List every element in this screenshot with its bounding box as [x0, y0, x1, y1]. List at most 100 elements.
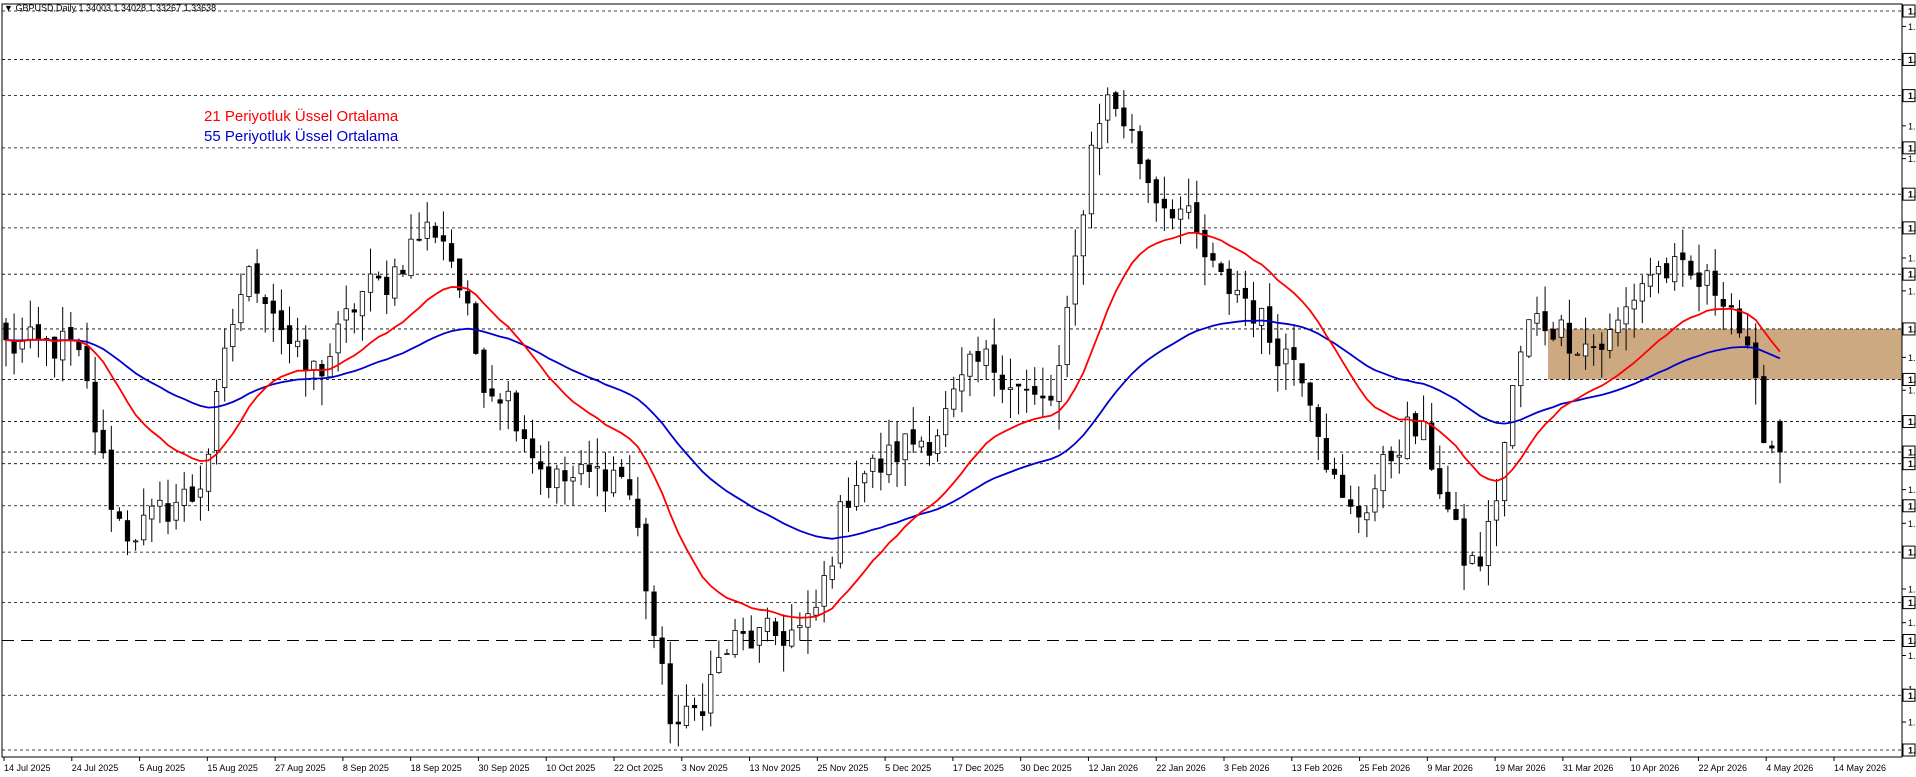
- candle-body: [1137, 131, 1143, 165]
- candle-body: [853, 485, 860, 507]
- candle-body: [967, 353, 973, 377]
- candle-body: [1080, 214, 1086, 257]
- candle-body: [76, 341, 82, 351]
- candle-body: [740, 631, 746, 634]
- candle-body: [416, 238, 422, 241]
- time-tick-label: 13 Nov 2025: [750, 763, 801, 773]
- candle-body: [303, 339, 309, 371]
- candle-body: [619, 466, 625, 477]
- candle-body: [578, 463, 584, 475]
- price-tick-label: 1.31612: [1908, 618, 1916, 628]
- candle-body: [1169, 209, 1176, 219]
- time-tick-label: 22 Jan 2026: [1156, 763, 1206, 773]
- candle-body: [805, 613, 811, 628]
- candle-body: [197, 488, 204, 498]
- candle-body: [1574, 353, 1581, 356]
- candle-body: [821, 575, 827, 607]
- candle-body: [116, 511, 123, 519]
- price-level-label: 1.31400: [1908, 636, 1916, 646]
- candle-body: [1056, 365, 1062, 402]
- candle-body: [68, 327, 74, 340]
- candle-body: [1623, 306, 1629, 325]
- candle-body: [1655, 266, 1662, 275]
- candle-body: [675, 721, 681, 725]
- candle-body: [1096, 123, 1103, 149]
- candle-body: [254, 263, 260, 294]
- price-level-label: 1.33500: [1908, 459, 1916, 469]
- time-tick-label: 8 Sep 2025: [343, 763, 389, 773]
- candle-body: [1356, 505, 1362, 518]
- price-tick-label: 1.34372: [1908, 386, 1916, 396]
- candle-body: [1461, 518, 1467, 566]
- candle-body: [1518, 351, 1524, 387]
- candle-body: [375, 275, 382, 279]
- candle-body: [286, 325, 293, 344]
- candle-body: [1113, 92, 1119, 110]
- candle-body: [1412, 413, 1419, 437]
- candle-body: [513, 392, 519, 432]
- candle-body: [1761, 376, 1767, 444]
- candle-body: [1283, 348, 1289, 365]
- candle-body: [1510, 385, 1516, 447]
- collapse-triangle-icon[interactable]: ▼: [4, 3, 13, 13]
- candle-body: [594, 466, 600, 469]
- candle-body: [246, 266, 252, 298]
- time-tick-label: 30 Sep 2025: [478, 763, 529, 773]
- chart-header: ▼ GBPUSD,Daily 1.34003 1.34028 1.33267 1…: [4, 3, 216, 13]
- candle-body: [1348, 499, 1354, 507]
- candle-body: [1777, 420, 1783, 453]
- candle-body: [1672, 256, 1678, 283]
- candle-body: [991, 344, 997, 373]
- candle-body: [432, 225, 438, 238]
- candle-body: [1744, 336, 1751, 346]
- candle-body: [756, 627, 762, 646]
- candle-body: [124, 520, 131, 542]
- candle-body: [1485, 520, 1492, 566]
- candle-body: [270, 300, 276, 314]
- time-tick-label: 13 Feb 2026: [1292, 763, 1343, 773]
- price-tick-label: 1.35552: [1908, 286, 1916, 296]
- candle-body: [505, 390, 511, 402]
- candle-body: [781, 631, 787, 646]
- time-tick-label: 25 Nov 2025: [817, 763, 868, 773]
- candle-body: [108, 449, 114, 510]
- candle-body: [772, 621, 779, 636]
- candle-body: [643, 523, 649, 592]
- candle-body: [1339, 474, 1346, 498]
- price-tick-label: 1.32012: [1908, 584, 1916, 594]
- time-tick-label: 10 Apr 2026: [1631, 763, 1680, 773]
- candle-body: [181, 488, 187, 506]
- candle-body: [400, 269, 406, 275]
- candle-body: [943, 408, 949, 436]
- candle-body: [1315, 407, 1321, 437]
- candle-body: [1680, 252, 1686, 261]
- candle-body: [327, 356, 333, 378]
- candle-body: [570, 477, 576, 482]
- time-tick-label: 22 Oct 2025: [614, 763, 663, 773]
- candle-body: [554, 468, 560, 489]
- candle-body: [367, 273, 374, 293]
- candle-body: [1323, 438, 1330, 470]
- candle-body: [1015, 383, 1022, 387]
- time-tick-label: 18 Sep 2025: [411, 763, 462, 773]
- candle-body: [627, 479, 633, 496]
- candle-body: [481, 349, 487, 393]
- candle-body: [1534, 313, 1540, 324]
- candle-body: [1615, 319, 1621, 333]
- candle-body: [716, 657, 722, 673]
- candle-body: [100, 429, 106, 454]
- candle-body: [562, 470, 568, 482]
- time-tick-label: 22 Apr 2026: [1698, 763, 1747, 773]
- candle-body: [173, 501, 179, 521]
- candle-body: [878, 458, 884, 473]
- candle-body: [1258, 308, 1265, 326]
- candle-body: [975, 351, 981, 362]
- candle-body: [748, 630, 754, 649]
- candle-body: [894, 441, 900, 463]
- candle-body: [1153, 179, 1159, 204]
- price-level-label: 1.32450: [1908, 548, 1916, 558]
- price-tick-label: 1.38692: [1908, 22, 1916, 32]
- price-tick-label: 1.37512: [1908, 121, 1916, 131]
- candle-body: [408, 238, 414, 277]
- candle-body: [983, 348, 989, 366]
